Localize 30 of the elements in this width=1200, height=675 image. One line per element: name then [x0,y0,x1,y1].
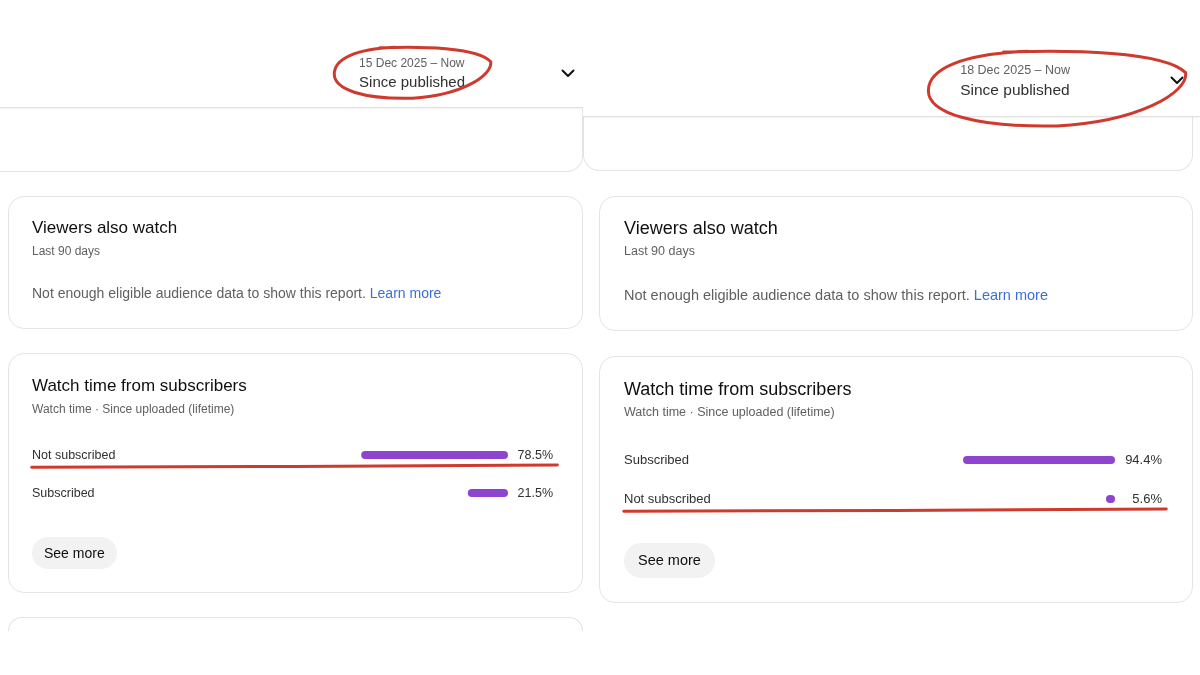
date-range-text: 18 Dec 2025 – Now [960,62,1070,78]
category-label: Subscribed [32,484,96,502]
category-label: Not subscribed [624,490,712,509]
message-text: Not enough eligible audience data to show this report. Learn more [32,284,443,303]
card-subtitle: Watch time · Since uploaded (lifetime) [624,404,836,420]
message-text: Not enough eligible audience data to show this report. Learn more [624,286,1049,305]
card-subtitle: Last 90 days [624,243,696,259]
learn-more-link[interactable]: Learn more [973,287,1048,303]
category-label: Subscribed [624,451,691,470]
see-more-button[interactable]: See more [624,543,715,578]
chevron-down-icon [1170,75,1184,85]
value-label: 94.4% [1124,451,1162,470]
card-subtitle: Watch time · Since uploaded (lifetime) [32,401,236,417]
card-title: Viewers also watch [624,217,779,240]
card-subtitle: Last 90 days [32,243,102,259]
period-text: Since published [359,72,465,92]
value-label: 5.6% [1131,490,1162,509]
card-title: Viewers also watch [32,217,179,239]
card-title: Watch time from subscribers [624,378,853,401]
chart-bar [1106,495,1115,503]
chart-bar [467,489,508,497]
period-text: Since published [960,80,1070,100]
chevron-down-icon [561,68,575,78]
learn-more-link[interactable]: Learn more [369,285,442,301]
value-label: 21.5% [516,484,553,502]
date-range-text: 15 Dec 2025 – Now [359,55,465,71]
category-label: Not subscribed [32,446,117,464]
see-more-button[interactable]: See more [32,537,117,569]
value-label: 78.5% [516,446,553,464]
card-title: Watch time from subscribers [32,375,248,397]
